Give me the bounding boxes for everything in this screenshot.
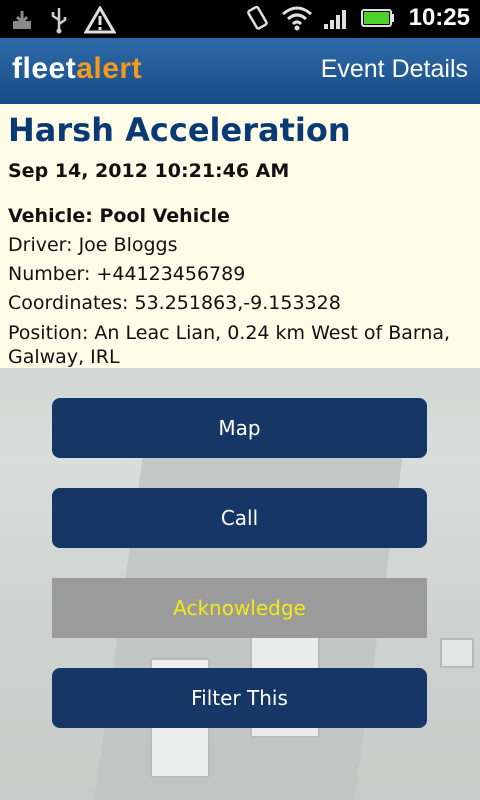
vehicle-value: Pool Vehicle <box>99 205 230 227</box>
filter-this-button[interactable]: Filter This <box>52 668 427 728</box>
vehicle-label: Vehicle: <box>8 205 100 227</box>
map-button[interactable]: Map <box>52 398 427 458</box>
logo-fleet: fleet <box>12 52 77 85</box>
fleetalert-logo: fleetalert <box>12 52 142 86</box>
event-title: Harsh Acceleration <box>8 111 351 149</box>
acknowledge-button[interactable]: Acknowledge <box>52 578 427 638</box>
status-bar: 10:25 <box>0 0 480 38</box>
warning-icon <box>84 6 116 34</box>
position-line: Position: An Leac Lian, 0.24 km West of … <box>8 322 451 368</box>
call-button[interactable]: Call <box>52 488 427 548</box>
battery-icon <box>360 8 395 28</box>
signal-icon <box>323 6 351 30</box>
wifi-icon <box>281 5 313 31</box>
coordinates-line: Coordinates: 53.251863,-9.153328 <box>8 292 341 314</box>
event-datetime: Sep 14, 2012 10:21:46 AM <box>8 160 290 182</box>
vibrate-icon <box>243 4 271 32</box>
photo-car <box>440 638 474 668</box>
page-title: Event Details <box>320 55 468 83</box>
vehicle-line: Vehicle: Pool Vehicle <box>8 202 472 231</box>
logo-alert: alert <box>76 52 143 85</box>
driver-line: Driver: Joe Bloggs <box>8 234 178 256</box>
number-line: Number: +44123456789 <box>8 263 246 285</box>
app-header: fleetalert Event Details <box>0 38 480 104</box>
event-info-panel: Harsh Acceleration Sep 14, 2012 10:21:46… <box>0 104 480 368</box>
download-icon <box>10 8 34 32</box>
usb-icon <box>48 6 70 34</box>
clock: 10:25 <box>408 4 470 31</box>
